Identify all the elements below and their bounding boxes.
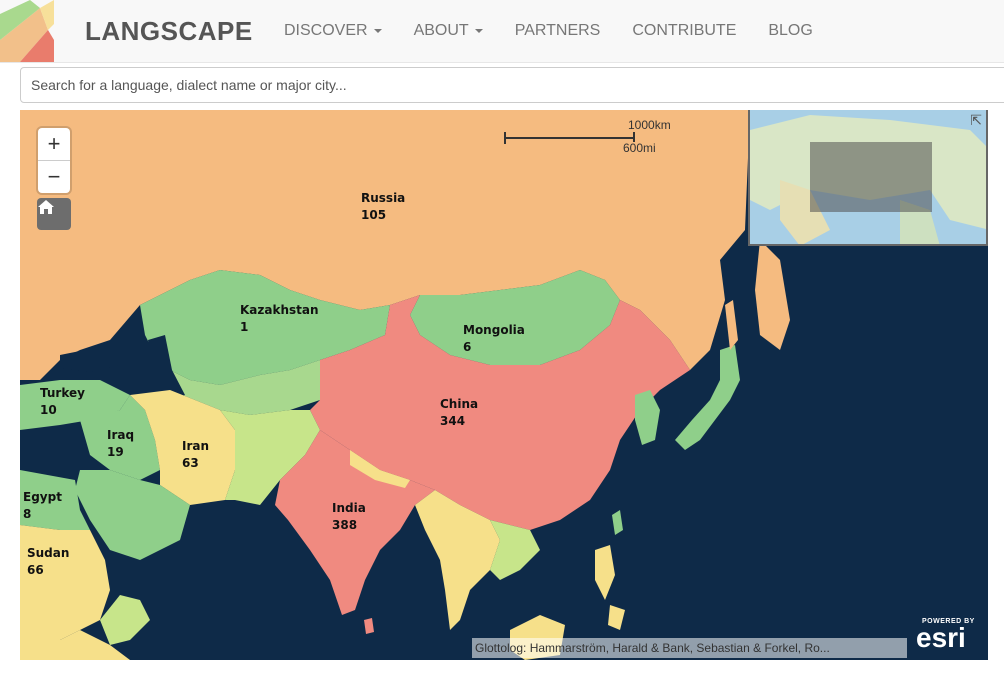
language-count: 66 [27, 563, 44, 577]
search-input[interactable] [20, 67, 1004, 103]
main-nav: DISCOVER ABOUT PARTNERS CONTRIBUTE BLOG [268, 0, 829, 62]
scale-km-label: 1000km [628, 118, 671, 132]
map-label-iraq[interactable]: Iraq 19 [107, 427, 134, 461]
country-name: Sudan [27, 546, 70, 560]
scale-bar: 1000km 600mi [504, 118, 671, 158]
caret-down-icon [474, 29, 483, 33]
map-label-iran[interactable]: Iran 63 [182, 438, 209, 472]
nav-blog[interactable]: BLOG [752, 22, 828, 40]
language-count: 10 [40, 403, 57, 417]
language-count: 344 [440, 414, 466, 428]
map-label-kazakhstan[interactable]: Kazakhstan 1 [240, 302, 319, 336]
brand-title[interactable]: LANGSCAPE [85, 16, 253, 47]
language-count: 63 [182, 456, 199, 470]
nav-about-label: ABOUT [413, 22, 469, 39]
overview-map[interactable]: ⇱ [748, 110, 988, 246]
home-icon [38, 200, 54, 214]
zoom-out-button[interactable]: − [38, 160, 70, 193]
map-label-mongolia[interactable]: Mongolia 6 [463, 322, 525, 356]
nav-contribute[interactable]: CONTRIBUTE [616, 22, 752, 40]
home-button[interactable] [37, 198, 71, 230]
overview-extent-box[interactable] [810, 142, 932, 212]
map-label-india[interactable]: India 388 [332, 500, 366, 534]
language-count: 19 [107, 445, 124, 459]
language-count: 105 [361, 208, 387, 222]
country-name: Egypt [23, 490, 62, 504]
language-count: 1 [240, 320, 249, 334]
language-count: 8 [23, 507, 32, 521]
country-name: India [332, 501, 366, 515]
map-label-turkey[interactable]: Turkey 10 [40, 385, 85, 419]
esri-wordmark: esri [916, 622, 966, 653]
map-view[interactable]: Russia 105 Kazakhstan 1 Mongolia 6 Turke… [20, 110, 988, 660]
nav-discover-label: DISCOVER [284, 22, 368, 39]
language-count: 388 [332, 518, 358, 532]
esri-logo[interactable]: POWERED BY esri [914, 618, 980, 654]
map-label-china[interactable]: China 344 [440, 396, 478, 430]
country-name: Kazakhstan [240, 303, 319, 317]
expand-icon[interactable]: ⇱ [970, 112, 982, 129]
langscape-logo-icon[interactable] [0, 0, 54, 62]
scale-mi-label: 600mi [623, 141, 656, 155]
country-name: Iran [182, 439, 210, 453]
language-count: 6 [463, 340, 472, 354]
country-name: Mongolia [463, 323, 525, 337]
country-name: Turkey [40, 386, 85, 400]
navbar: LANGSCAPE DISCOVER ABOUT PARTNERS CONTRI… [0, 0, 1004, 63]
map-label-sudan[interactable]: Sudan 66 [27, 545, 69, 579]
country-name: China [440, 397, 479, 411]
map-label-egypt[interactable]: Egypt 8 [23, 489, 62, 523]
map-attribution[interactable]: Glottolog: Hammarström, Harald & Bank, S… [472, 638, 907, 658]
map-label-russia[interactable]: Russia 105 [361, 190, 405, 224]
nav-about[interactable]: ABOUT [398, 22, 499, 40]
zoom-in-button[interactable]: + [38, 128, 70, 160]
zoom-control: + − [38, 128, 70, 193]
nav-discover[interactable]: DISCOVER [268, 22, 398, 40]
caret-down-icon [373, 29, 382, 33]
country-name: Russia [361, 191, 406, 205]
nav-partners[interactable]: PARTNERS [499, 22, 617, 40]
country-name: Iraq [107, 428, 135, 442]
